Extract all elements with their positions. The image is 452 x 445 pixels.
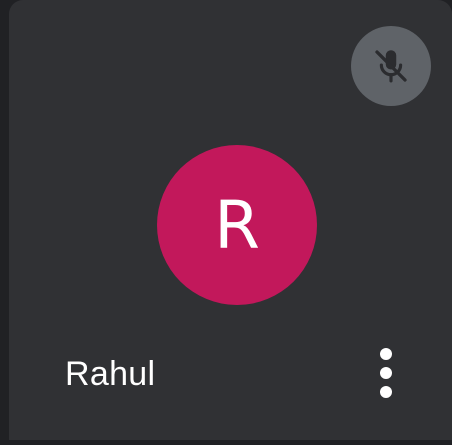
more-options-button[interactable]	[361, 340, 411, 406]
participant-tile: R Rahul	[9, 0, 452, 440]
avatar-initial: R	[214, 187, 260, 264]
mute-indicator	[351, 26, 431, 106]
avatar: R	[157, 145, 317, 305]
participant-name: Rahul	[65, 355, 156, 393]
more-vert-icon	[380, 348, 392, 360]
mic-off-icon	[375, 50, 407, 83]
more-vert-icon-dot	[380, 367, 392, 379]
more-vert-icon-dot	[380, 386, 392, 398]
